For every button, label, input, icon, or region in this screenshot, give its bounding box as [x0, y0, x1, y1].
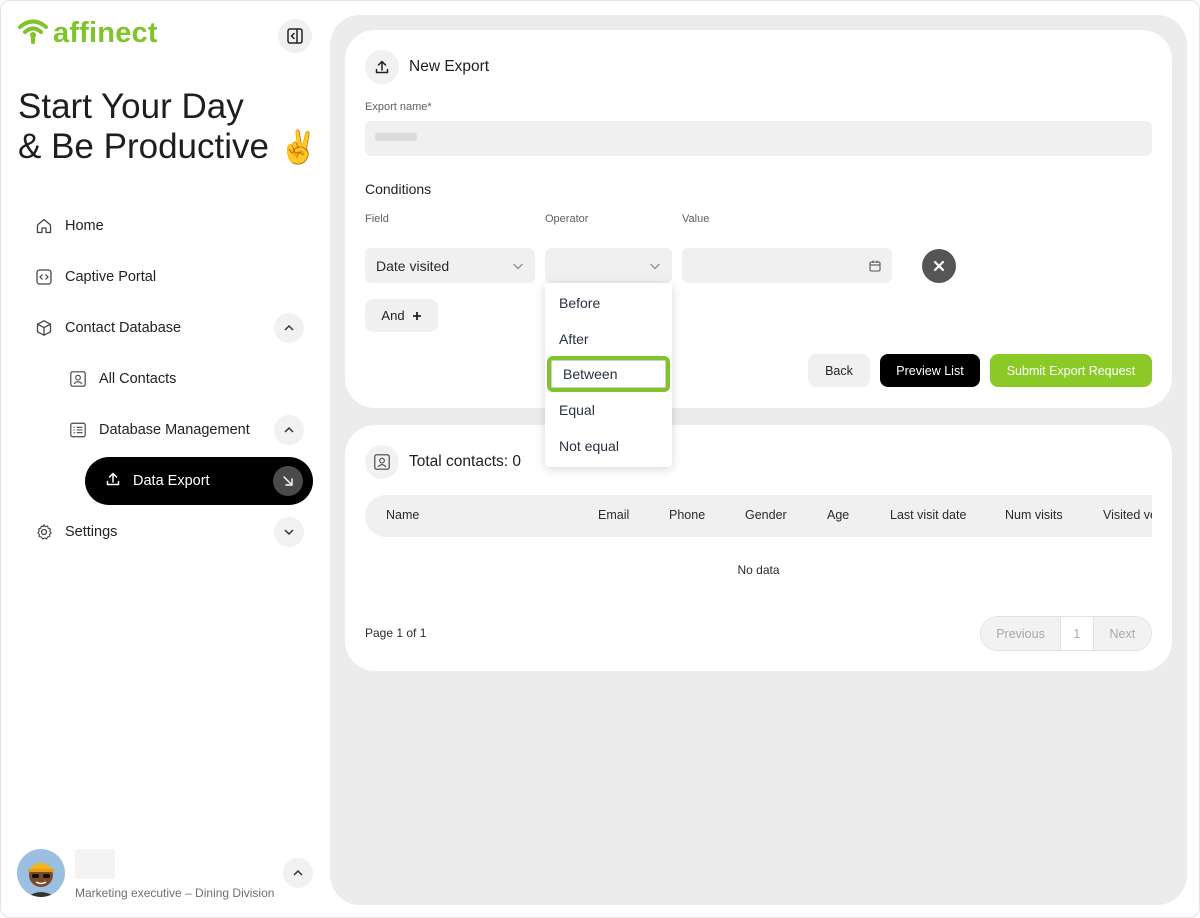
brand-logo[interactable]: affinect: [17, 17, 158, 50]
settings-expand-button[interactable]: [274, 517, 304, 547]
export-header-icon-wrap: [365, 50, 399, 84]
field-select[interactable]: Date visited: [365, 248, 535, 283]
export-name-label: Export name*: [365, 101, 432, 113]
submit-export-request-button[interactable]: Submit Export Request: [990, 354, 1152, 387]
user-menu-toggle[interactable]: [283, 858, 313, 888]
greeting-heading: Start Your Day & Be Productive ✌️: [18, 87, 319, 167]
operator-option-equal[interactable]: Equal: [545, 392, 672, 428]
sidebar-item-data-export[interactable]: Data Export: [85, 457, 313, 505]
new-export-card: New Export Export name* Conditions Field…: [345, 30, 1172, 408]
sidebar-item-label: All Contacts: [99, 371, 177, 387]
page-number-1[interactable]: 1: [1060, 617, 1094, 650]
database-management-collapse-button[interactable]: [274, 415, 304, 445]
operator-label: Operator: [545, 213, 589, 225]
chevron-up-icon: [284, 426, 294, 433]
sidebar-item-label: Home: [65, 218, 104, 234]
chevron-down-icon: [513, 263, 523, 270]
data-export-arrow-button[interactable]: [273, 466, 303, 496]
back-button[interactable]: Back: [808, 354, 870, 387]
cube-icon: [35, 319, 53, 337]
operator-option-before[interactable]: Before: [545, 285, 672, 321]
operator-select[interactable]: [545, 248, 672, 283]
chevron-down-icon: [650, 263, 660, 270]
next-page-button[interactable]: Next: [1093, 617, 1151, 650]
plus-icon: [412, 311, 421, 320]
list-icon: [69, 421, 87, 439]
total-contacts-card: Total contacts: 0 Name Email Phone Gende…: [345, 425, 1172, 671]
sidebar-item-label: Captive Portal: [65, 269, 157, 285]
contacts-header-icon-wrap: [365, 445, 399, 479]
sidebar-item-settings[interactable]: Settings: [35, 515, 117, 549]
sidebar-item-home[interactable]: Home: [35, 209, 104, 243]
greeting-line-1: Start Your Day: [18, 87, 244, 126]
column-header-phone[interactable]: Phone: [669, 508, 705, 522]
total-contacts-title: Total contacts: 0: [409, 453, 521, 471]
sidebar-item-label: Database Management: [99, 422, 250, 438]
home-icon: [35, 217, 53, 235]
field-label: Field: [365, 213, 389, 225]
page-info: Page 1 of 1: [365, 626, 427, 640]
wifi-logo-icon: [17, 17, 49, 50]
column-header-email[interactable]: Email: [598, 508, 629, 522]
operator-option-between[interactable]: Between: [547, 356, 670, 393]
greeting-line-2: & Be Productive: [18, 127, 269, 166]
gear-icon: [35, 523, 53, 541]
brand-name: affinect: [53, 17, 158, 49]
total-contacts-label: Total contacts:: [409, 453, 513, 470]
user-name-redacted: [75, 849, 115, 879]
add-and-condition-button[interactable]: And: [365, 299, 438, 332]
operator-dropdown-menu: Before After Between Equal Not equal: [545, 283, 672, 467]
pagination: Previous 1 Next: [980, 616, 1152, 651]
collapse-sidebar-button[interactable]: [278, 19, 312, 53]
remove-condition-button[interactable]: [922, 249, 956, 283]
sidebar: affinect Start Your Day & Be Productive …: [1, 1, 329, 917]
sidebar-item-label: Data Export: [133, 473, 210, 489]
calendar-icon[interactable]: [868, 259, 882, 273]
total-contacts-count: 0: [512, 453, 522, 470]
sidebar-item-contact-database[interactable]: Contact Database: [35, 311, 181, 345]
previous-page-button[interactable]: Previous: [981, 617, 1061, 650]
chevron-up-icon: [284, 324, 294, 331]
export-name-redacted-value: [375, 133, 417, 141]
export-name-input[interactable]: [365, 121, 1152, 156]
column-header-last-visit-date[interactable]: Last visit date: [890, 508, 966, 522]
field-select-value: Date visited: [376, 257, 450, 274]
and-button-label: And: [381, 308, 405, 323]
sidebar-item-label: Contact Database: [65, 320, 182, 336]
app-window: affinect Start Your Day & Be Productive …: [0, 0, 1200, 918]
new-export-title: New Export: [409, 58, 490, 75]
sidebar-item-all-contacts[interactable]: All Contacts: [69, 362, 176, 396]
empty-state-text: No data: [737, 563, 780, 577]
close-icon: [933, 260, 945, 272]
value-date-input[interactable]: [682, 248, 892, 283]
column-header-name[interactable]: Name: [386, 508, 419, 522]
column-header-age[interactable]: Age: [827, 508, 849, 522]
arrow-down-right-icon: [283, 476, 293, 486]
conditions-title: Conditions: [365, 181, 432, 197]
contact-card-icon: [374, 454, 390, 470]
value-label: Value: [682, 213, 710, 225]
column-header-num-visits[interactable]: Num visits: [1005, 508, 1063, 522]
upload-icon: [105, 471, 121, 491]
code-icon: [35, 268, 53, 286]
preview-list-button[interactable]: Preview List: [880, 354, 980, 387]
avatar: [17, 849, 65, 897]
sidebar-item-database-management[interactable]: Database Management: [69, 413, 250, 447]
contact-database-collapse-button[interactable]: [274, 313, 304, 343]
contacts-table-header: Name Email Phone Gender Age Last visit d…: [365, 495, 1152, 537]
contact-card-icon: [69, 370, 87, 388]
operator-option-after[interactable]: After: [545, 321, 672, 357]
chevron-down-icon: [284, 529, 294, 536]
user-profile[interactable]: Marketing executive – Dining Division: [17, 849, 313, 901]
sidebar-item-captive-portal[interactable]: Captive Portal: [35, 260, 156, 294]
operator-option-not-equal[interactable]: Not equal: [545, 428, 672, 464]
chevron-up-icon: [293, 869, 303, 876]
upload-icon: [375, 60, 389, 74]
user-role: Marketing executive – Dining Division: [75, 886, 275, 900]
sidebar-collapse-icon: [287, 28, 303, 44]
victory-hand-icon: ✌️: [278, 129, 319, 165]
column-header-gender[interactable]: Gender: [745, 508, 787, 522]
sidebar-item-label: Settings: [65, 524, 118, 540]
column-header-visited-venue[interactable]: Visited ve: [1103, 508, 1152, 522]
